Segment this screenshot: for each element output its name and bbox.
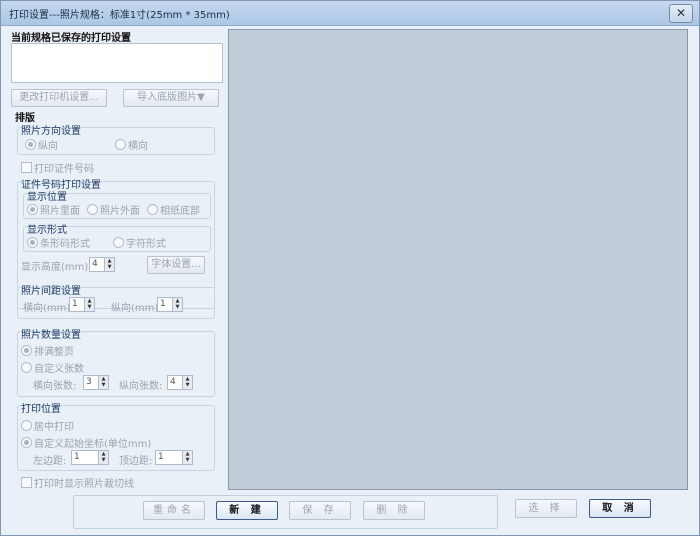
count-horizontal-value: 3 bbox=[86, 377, 92, 387]
save-button[interactable]: 保 存 bbox=[289, 501, 351, 520]
close-button[interactable]: ✕ bbox=[669, 4, 693, 23]
fill-page-radio[interactable]: 排满整页 bbox=[21, 343, 74, 358]
custom-count-radio[interactable]: 自定义张数 bbox=[21, 360, 84, 375]
display-form-title: 显示形式 bbox=[27, 225, 67, 236]
display-height-value: 4 bbox=[92, 259, 98, 269]
outside-photo-label: 照片外面 bbox=[100, 206, 140, 217]
center-print-radio[interactable]: 居中打印 bbox=[21, 418, 74, 433]
text-form-label: 字符形式 bbox=[126, 239, 166, 250]
saved-settings-header: 当前规格已保存的打印设置 bbox=[11, 33, 131, 44]
portrait-label: 纵向 bbox=[38, 141, 58, 152]
fill-page-label: 排满整页 bbox=[34, 347, 74, 358]
saved-settings-actions-group bbox=[73, 495, 498, 529]
radio-off-icon bbox=[115, 139, 126, 150]
top-margin-label: 顶边距: bbox=[119, 456, 153, 467]
print-id-checkbox[interactable]: 打印证件号码 bbox=[21, 160, 94, 175]
checkbox-icon bbox=[21, 477, 32, 488]
paper-bottom-radio[interactable]: 相纸底部 bbox=[147, 202, 200, 217]
title-bar: 打印设置---照片规格：标准1寸(25mm * 35mm) ✕ bbox=[1, 1, 699, 26]
radio-on-icon bbox=[25, 139, 36, 150]
import-background-button[interactable]: 导入底版图片▼ bbox=[123, 89, 219, 107]
saved-settings-list[interactable] bbox=[11, 43, 223, 83]
window-title: 打印设置---照片规格：标准1寸(25mm * 35mm) bbox=[9, 10, 230, 21]
radio-off-icon bbox=[21, 362, 32, 373]
barcode-label: 条形码形式 bbox=[40, 239, 90, 250]
spinner-arrows-icon[interactable]: ▲ ▼ bbox=[104, 258, 114, 271]
inside-photo-radio[interactable]: 照片里面 bbox=[27, 202, 80, 217]
spinner-arrows-icon[interactable]: ▲ ▼ bbox=[98, 451, 108, 464]
spacing-horizontal-spinner[interactable]: 1 ▲ ▼ bbox=[69, 297, 95, 312]
spacing-horizontal-label: 横向(mm): bbox=[23, 303, 74, 314]
top-margin-spinner[interactable]: 1 ▲ ▼ bbox=[155, 450, 193, 465]
display-height-spinner[interactable]: 4 ▲ ▼ bbox=[89, 257, 115, 272]
print-position-title: 打印位置 bbox=[21, 404, 61, 415]
cancel-button[interactable]: 取 消 bbox=[589, 499, 651, 518]
display-position-title: 显示位置 bbox=[27, 192, 67, 203]
radio-off-icon bbox=[21, 420, 32, 431]
radio-on-icon bbox=[21, 345, 32, 356]
spacing-vertical-spinner[interactable]: 1 ▲ ▼ bbox=[157, 297, 183, 312]
custom-origin-label: 自定义起始坐标(单位mm) bbox=[34, 439, 152, 450]
outside-photo-radio[interactable]: 照片外面 bbox=[87, 202, 140, 217]
left-margin-spinner[interactable]: 1 ▲ ▼ bbox=[71, 450, 109, 465]
top-margin-value: 1 bbox=[158, 452, 164, 462]
spacing-vertical-value: 1 bbox=[160, 299, 166, 309]
orientation-title: 照片方向设置 bbox=[21, 126, 81, 137]
radio-on-icon bbox=[27, 237, 38, 248]
show-cut-lines-checkbox[interactable]: 打印时显示照片裁切线 bbox=[21, 475, 134, 490]
radio-off-icon bbox=[147, 204, 158, 215]
count-horizontal-label: 横向张数: bbox=[33, 381, 77, 392]
count-vertical-spinner[interactable]: 4 ▲ ▼ bbox=[167, 375, 193, 390]
print-preview-area bbox=[228, 29, 688, 490]
center-print-label: 居中打印 bbox=[34, 422, 74, 433]
radio-on-icon bbox=[27, 204, 38, 215]
count-vertical-value: 4 bbox=[170, 377, 176, 387]
landscape-radio[interactable]: 横向 bbox=[115, 137, 148, 152]
radio-on-icon bbox=[21, 437, 32, 448]
landscape-label: 横向 bbox=[128, 141, 148, 152]
print-id-label: 打印证件号码 bbox=[34, 164, 94, 175]
spacing-vertical-label: 纵向(mm): bbox=[111, 303, 162, 314]
text-form-radio[interactable]: 字符形式 bbox=[113, 235, 166, 250]
spinner-arrows-icon[interactable]: ▲ ▼ bbox=[172, 298, 182, 311]
spinner-arrows-icon[interactable]: ▲ ▼ bbox=[84, 298, 94, 311]
portrait-radio[interactable]: 纵向 bbox=[25, 137, 58, 152]
inside-photo-label: 照片里面 bbox=[40, 206, 80, 217]
checkbox-icon bbox=[21, 162, 32, 173]
display-height-label: 显示高度(mm): bbox=[21, 262, 92, 273]
paper-bottom-label: 相纸底部 bbox=[160, 206, 200, 217]
custom-count-label: 自定义张数 bbox=[34, 364, 84, 375]
new-button[interactable]: 新 建 bbox=[216, 501, 278, 520]
show-cut-lines-label: 打印时显示照片裁切线 bbox=[34, 479, 134, 490]
spacing-title: 照片间距设置 bbox=[21, 286, 81, 297]
font-settings-button[interactable]: 字体设置... bbox=[147, 256, 205, 274]
custom-origin-radio[interactable]: 自定义起始坐标(单位mm) bbox=[21, 435, 151, 450]
left-margin-label: 左边距: bbox=[33, 456, 67, 467]
rename-button[interactable]: 重命名 bbox=[143, 501, 205, 520]
select-button[interactable]: 选 择 bbox=[515, 499, 577, 518]
left-margin-value: 1 bbox=[74, 452, 80, 462]
count-vertical-label: 纵向张数: bbox=[119, 381, 163, 392]
spinner-arrows-icon[interactable]: ▲ ▼ bbox=[182, 451, 192, 464]
spinner-arrows-icon[interactable]: ▲ ▼ bbox=[182, 376, 192, 389]
spacing-horizontal-value: 1 bbox=[72, 299, 78, 309]
print-settings-window: 打印设置---照片规格：标准1寸(25mm * 35mm) ✕ 当前规格已保存的… bbox=[0, 0, 700, 536]
radio-off-icon bbox=[87, 204, 98, 215]
change-printer-button[interactable]: 更改打印机设置... bbox=[11, 89, 107, 107]
barcode-radio[interactable]: 条形码形式 bbox=[27, 235, 90, 250]
count-horizontal-spinner[interactable]: 3 ▲ ▼ bbox=[83, 375, 109, 390]
count-title: 照片数量设置 bbox=[21, 330, 81, 341]
spinner-arrows-icon[interactable]: ▲ ▼ bbox=[98, 376, 108, 389]
delete-button[interactable]: 删 除 bbox=[363, 501, 425, 520]
radio-off-icon bbox=[113, 237, 124, 248]
